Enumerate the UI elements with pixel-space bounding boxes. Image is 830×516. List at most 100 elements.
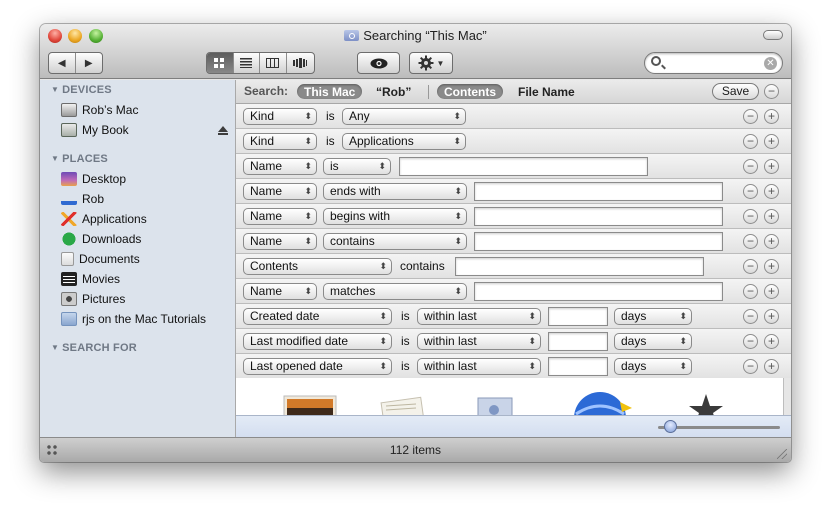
- operator-popup[interactable]: within last: [417, 358, 541, 375]
- clear-search-icon[interactable]: ✕: [764, 57, 777, 70]
- sidebar-item-downloads[interactable]: Downloads: [61, 230, 141, 248]
- unit-popup[interactable]: days: [614, 308, 692, 325]
- value-field[interactable]: [399, 157, 648, 176]
- add-criterion-button[interactable]: +: [764, 259, 779, 274]
- chevron-down-icon: ▼: [436, 58, 445, 68]
- list-view-button[interactable]: [234, 53, 261, 73]
- sidebar-heading-devices[interactable]: DEVICES: [51, 84, 112, 96]
- search-input[interactable]: [665, 55, 761, 71]
- sidebar-item-rob[interactable]: Rob: [61, 190, 104, 208]
- attribute-popup[interactable]: Kind: [243, 133, 317, 150]
- remove-criterion-button[interactable]: −: [743, 284, 758, 299]
- add-criterion-button[interactable]: +: [764, 234, 779, 249]
- sidebar-item-rjs-on-the-mac-tutorials[interactable]: rjs on the Mac Tutorials: [61, 310, 206, 328]
- remove-criterion-button[interactable]: −: [743, 309, 758, 324]
- operator-popup[interactable]: begins with: [323, 208, 467, 225]
- value-field[interactable]: [548, 332, 608, 351]
- sidebar-resize-icon[interactable]: [46, 444, 58, 456]
- sidebar-item-pictures[interactable]: Pictures: [61, 290, 125, 308]
- criteria-row: Last modified date is within last days −+: [236, 329, 791, 354]
- title-bar: Searching “This Mac” ◀ ▶ ▼ ✕: [40, 24, 791, 79]
- sidebar-item-rob-s-mac[interactable]: Rob’s Mac: [61, 101, 138, 119]
- value-popup[interactable]: Applications: [342, 133, 466, 150]
- attribute-popup[interactable]: Name: [243, 233, 317, 250]
- criteria-row: Last opened date is within last days −+: [236, 354, 791, 379]
- operator-popup[interactable]: within last: [417, 333, 541, 350]
- remove-criterion-button[interactable]: −: [743, 159, 758, 174]
- operator-popup[interactable]: within last: [417, 308, 541, 325]
- computer-icon: [61, 103, 77, 117]
- attribute-popup[interactable]: Created date: [243, 308, 392, 325]
- attribute-popup[interactable]: Last opened date: [243, 358, 392, 375]
- add-criterion-button[interactable]: +: [764, 309, 779, 324]
- attribute-popup[interactable]: Name: [243, 208, 317, 225]
- remove-criterion-button[interactable]: −: [743, 234, 758, 249]
- icon-view-icon: [214, 58, 225, 68]
- value-field[interactable]: [474, 282, 723, 301]
- remove-criterion-button[interactable]: −: [743, 334, 758, 349]
- forward-button[interactable]: ▶: [76, 53, 102, 73]
- operator-popup[interactable]: is: [323, 158, 391, 175]
- icon-view-button[interactable]: [207, 53, 234, 73]
- remove-criterion-button[interactable]: −: [743, 109, 758, 124]
- unit-popup[interactable]: days: [614, 358, 692, 375]
- back-forward-control: ◀ ▶: [48, 52, 103, 74]
- resize-grip-icon[interactable]: [777, 449, 787, 459]
- remove-criterion-button[interactable]: −: [743, 259, 758, 274]
- sidebar-item-my-book[interactable]: My Book: [61, 121, 129, 139]
- remove-criterion-button[interactable]: −: [743, 134, 758, 149]
- scope-rob[interactable]: “Rob”: [369, 84, 418, 99]
- add-criterion-button[interactable]: +: [764, 359, 779, 374]
- value-field[interactable]: [455, 257, 704, 276]
- value-field[interactable]: [548, 307, 608, 326]
- value-field[interactable]: [548, 357, 608, 376]
- operator-popup[interactable]: ends with: [323, 183, 467, 200]
- eject-icon[interactable]: [218, 126, 228, 135]
- attribute-popup[interactable]: Kind: [243, 108, 317, 125]
- attribute-popup[interactable]: Contents: [243, 258, 392, 275]
- add-criterion-button[interactable]: +: [764, 209, 779, 224]
- icon-size-slider-knob[interactable]: [664, 420, 677, 433]
- remove-criterion-button[interactable]: −: [743, 184, 758, 199]
- unit-popup[interactable]: days: [614, 333, 692, 350]
- sidebar-heading-places[interactable]: PLACES: [51, 153, 108, 165]
- toolbar-toggle-button[interactable]: [763, 30, 783, 40]
- sidebar-item-movies[interactable]: Movies: [61, 270, 120, 288]
- value-field[interactable]: [474, 182, 723, 201]
- add-criterion-button[interactable]: +: [764, 109, 779, 124]
- gear-icon: [418, 55, 434, 71]
- scope-file-name[interactable]: File Name: [511, 84, 582, 99]
- operator-label: is: [326, 134, 335, 148]
- back-button[interactable]: ◀: [49, 53, 76, 73]
- attribute-popup[interactable]: Last modified date: [243, 333, 392, 350]
- search-field[interactable]: ✕: [644, 52, 783, 74]
- sidebar-item-desktop[interactable]: Desktop: [61, 170, 126, 188]
- save-button[interactable]: Save: [712, 83, 759, 100]
- sidebar-item-applications[interactable]: Applications: [61, 210, 147, 228]
- coverflow-view-button[interactable]: [287, 53, 314, 73]
- column-view-button[interactable]: [260, 53, 287, 73]
- scope-contents[interactable]: Contents: [437, 84, 503, 99]
- sidebar-heading-search-for[interactable]: SEARCH FOR: [51, 342, 137, 354]
- sidebar-item-label: Rob: [82, 192, 105, 206]
- add-criterion-button[interactable]: +: [764, 184, 779, 199]
- quick-look-button[interactable]: [357, 52, 400, 74]
- remove-scope-button[interactable]: −: [764, 84, 779, 99]
- value-field[interactable]: [474, 232, 723, 251]
- operator-popup[interactable]: contains: [323, 233, 467, 250]
- add-criterion-button[interactable]: +: [764, 159, 779, 174]
- operator-popup[interactable]: matches: [323, 283, 467, 300]
- attribute-popup[interactable]: Name: [243, 158, 317, 175]
- attribute-popup[interactable]: Name: [243, 183, 317, 200]
- attribute-popup[interactable]: Name: [243, 283, 317, 300]
- remove-criterion-button[interactable]: −: [743, 359, 758, 374]
- sidebar-item-documents[interactable]: Documents: [61, 250, 140, 268]
- remove-criterion-button[interactable]: −: [743, 209, 758, 224]
- action-menu-button[interactable]: ▼: [409, 52, 453, 74]
- add-criterion-button[interactable]: +: [764, 284, 779, 299]
- add-criterion-button[interactable]: +: [764, 134, 779, 149]
- value-popup[interactable]: Any: [342, 108, 466, 125]
- scope-this-mac[interactable]: This Mac: [297, 84, 363, 99]
- add-criterion-button[interactable]: +: [764, 334, 779, 349]
- value-field[interactable]: [474, 207, 723, 226]
